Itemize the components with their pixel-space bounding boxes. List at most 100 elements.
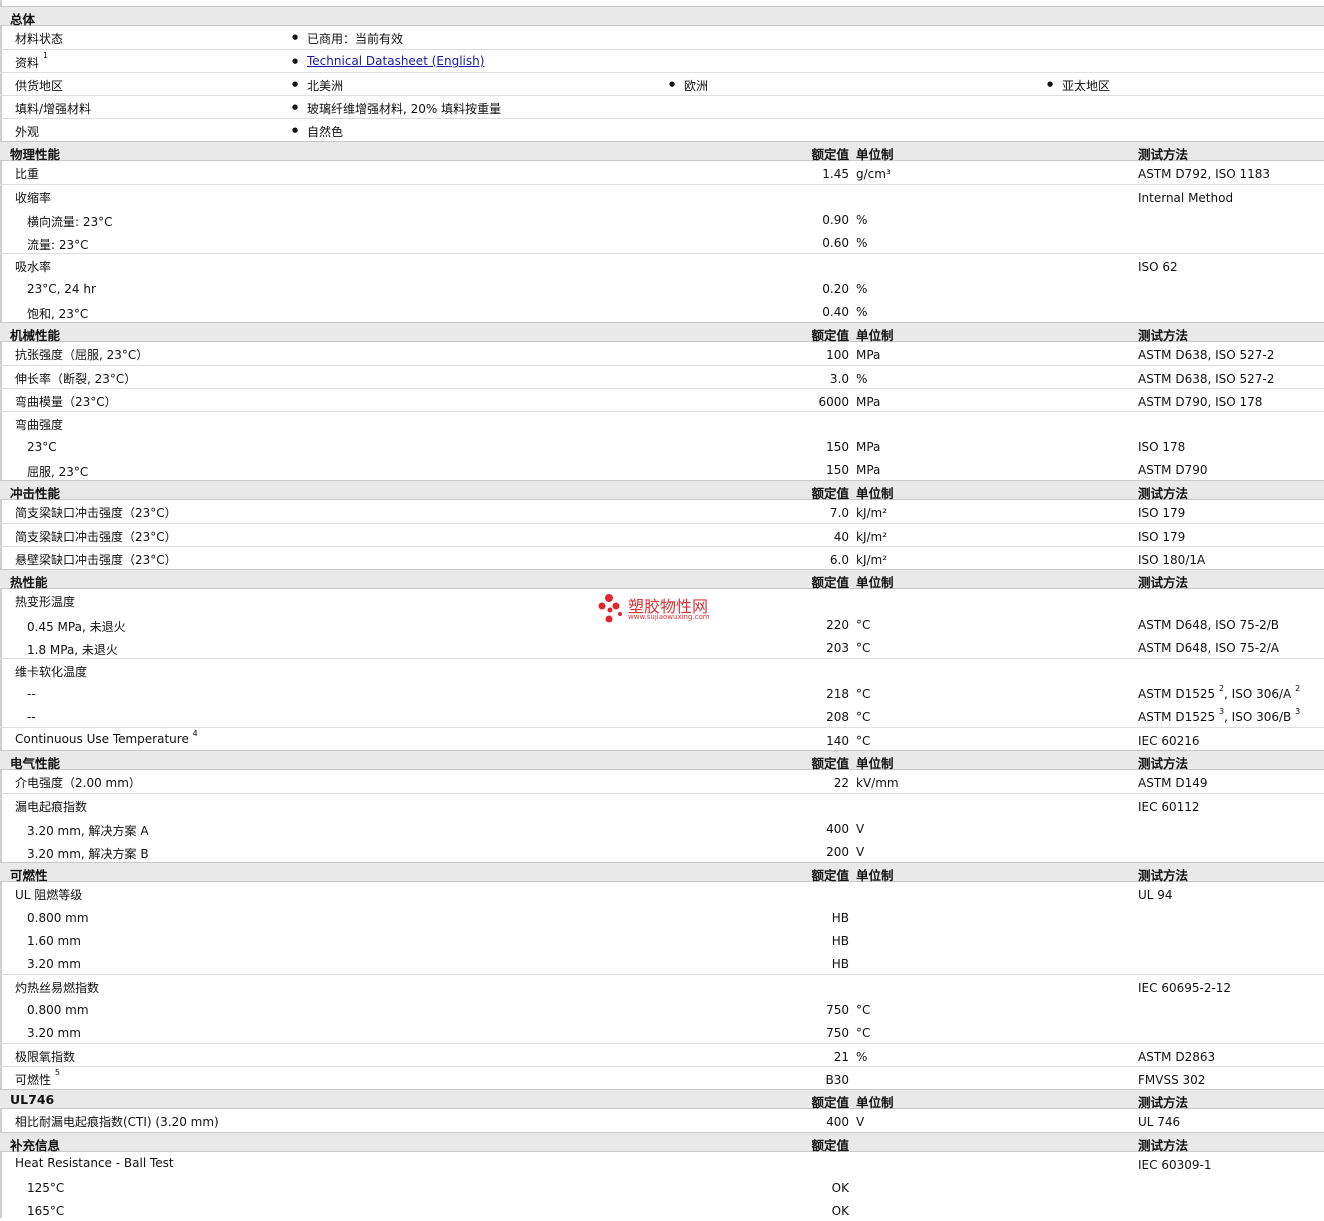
property-unit: MPa [856,463,881,477]
property-row: 比重 1.45 g/cm³ ASTM D792, ISO 1183 [0,161,1324,184]
test-method: ASTM D2863 [1138,1050,1215,1064]
property-row: 1.60 mm HB [0,928,1324,951]
property-value: 0.40 [822,305,849,319]
test-method-text: IEC 60216 [1138,734,1200,748]
property-value: 150 [826,463,849,477]
property-label: 饱和, 23°C [27,305,88,322]
property-unit: % [856,236,868,250]
property-row: 3.20 mm HB [0,951,1324,974]
property-unit: °C [856,618,871,632]
property-label: 3.20 mm [27,1026,81,1040]
property-label: 极限氧指数 [15,1048,75,1065]
property-unit: kJ/m² [856,506,888,520]
test-method-text: ISO 179 [1138,506,1186,520]
property-label-text: 横向流量: 23°C [27,215,113,229]
watermark-logo: 塑胶物性网 www.sujiaowuxing.com [598,592,738,626]
test-method: ISO 179 [1138,530,1185,544]
property-unit: °C [856,641,871,655]
technical-datasheet-link[interactable]: Technical Datasheet (English) [307,54,484,68]
property-unit: kV/mm [856,776,899,790]
property-label: 热变形温度 [15,593,75,610]
property-label-text: UL 阻燃等级 [15,888,83,902]
property-label-text: 收缩率 [15,191,52,205]
watermark-dots-icon [598,594,622,623]
property-row: 屈服, 23°C 150 MPa ASTM D790 [0,457,1324,480]
property-label: 1.60 mm [27,934,81,948]
property-label-text: 1.8 MPa, 未退火 [27,643,118,657]
property-unit: °C [856,1026,871,1040]
footnote-ref: 2 [1295,684,1301,693]
general-value: 亚太地区 [1047,77,1110,94]
row-label: 外观 [15,125,40,139]
property-unit: MPa [856,395,881,409]
property-label: 横向流量: 23°C [27,213,113,230]
property-label-text: 抗张强度（屈服, 23°C） [15,348,149,362]
test-method: ASTM D790, ISO 178 [1138,395,1262,409]
property-label-text: 灼热丝易燃指数 [15,981,100,995]
property-row: 极限氧指数 21% ASTM D2863 [0,1043,1324,1066]
section-header: 冲击性能 额定值 单位制 测试方法 [0,480,1324,501]
test-method: ASTM D638, ISO 527-2 [1138,372,1274,386]
property-label: 收缩率 [15,189,51,206]
property-value: HB [831,934,849,948]
test-method: IEC 60216 [1138,734,1200,748]
property-label-text: 吸水率 [15,260,52,274]
test-method-text: ISO 62 [1138,260,1178,274]
watermark-url: www.sujiaowuxing.com [628,613,710,621]
footnote-ref: 2 [1218,684,1225,693]
property-label-text: 弯曲模量（23°C） [15,395,117,409]
property-value: HB [831,911,849,925]
property-label-text: 极限氧指数 [15,1050,76,1064]
general-value: 北美洲 [292,77,343,94]
test-method-text: IEC 60695-2-12 [1138,981,1232,995]
property-label-text: 比重 [15,167,40,181]
test-method: ASTM D149 [1138,776,1207,790]
property-label-text: 0.800 mm [27,911,89,925]
property-label: 抗张强度（屈服, 23°C） [15,346,148,363]
property-value: 0.90 [822,213,849,227]
property-label: 简支梁缺口冲击强度（23°C） [15,528,177,545]
property-label-text: -- [27,710,36,724]
property-row: 简支梁缺口冲击强度（23°C） 7.0 kJ/m² ISO 179 [0,500,1324,523]
test-method-text: Internal Method [1138,191,1234,205]
property-value: 750 [826,1026,849,1040]
property-unit: °C [856,734,871,748]
property-row: 弯曲强度 [0,411,1324,434]
general-row: 材料状态 已商用：当前有效 [0,26,1324,49]
test-method-text: ASTM D149 [1138,776,1208,790]
test-method: FMVSS 302 [1138,1073,1205,1087]
general-row: 外观 自然色 [0,118,1324,141]
property-label: 伸长率（断裂, 23°C） [15,370,136,387]
section-header: 物理性能 额定值 单位制 测试方法 [0,141,1324,162]
property-value: OK [831,1181,849,1195]
property-value: 6000 [818,395,849,409]
test-method-text: ISO 178 [1138,440,1186,454]
property-unit: % [856,213,868,227]
general-row: 资料1 Technical Datasheet (English) [0,49,1324,72]
footnote-ref: 3 [1218,707,1225,716]
property-unit: kJ/m² [856,530,888,544]
section-header: 电气性能 额定值 单位制 测试方法 [0,750,1324,771]
test-method-text-2: , ISO 306/A [1224,687,1292,701]
property-unit: V [856,822,865,836]
property-value: 0.20 [822,282,849,296]
property-label: 1.8 MPa, 未退火 [27,641,118,658]
property-label: 弯曲强度 [15,416,63,433]
row-label: 材料状态 [15,32,64,46]
property-label-text: 可燃性 [15,1073,52,1087]
property-unit: % [856,305,868,319]
property-value: HB [831,957,849,971]
property-label-text: 饱和, 23°C [27,307,89,321]
property-label-text: 简支梁缺口冲击强度（23°C） [15,506,177,520]
datasheet-link[interactable]: Technical Datasheet (English) [292,54,484,68]
property-value: 203 [826,641,849,655]
property-row: 3.20 mm, 解决方案 B 200 V [0,839,1324,862]
property-unit: MPa [856,440,881,454]
property-label: 流量: 23°C [27,236,89,253]
property-row: 0.800 mm HB [0,905,1324,928]
property-row: UL 阻燃等级 UL 94 [0,882,1324,905]
property-row: 吸水率 ISO 62 [0,253,1324,276]
property-label: 比重 [15,165,39,182]
test-method-text: ASTM D1525 [1138,710,1216,724]
property-label-text: 流量: 23°C [27,238,89,252]
